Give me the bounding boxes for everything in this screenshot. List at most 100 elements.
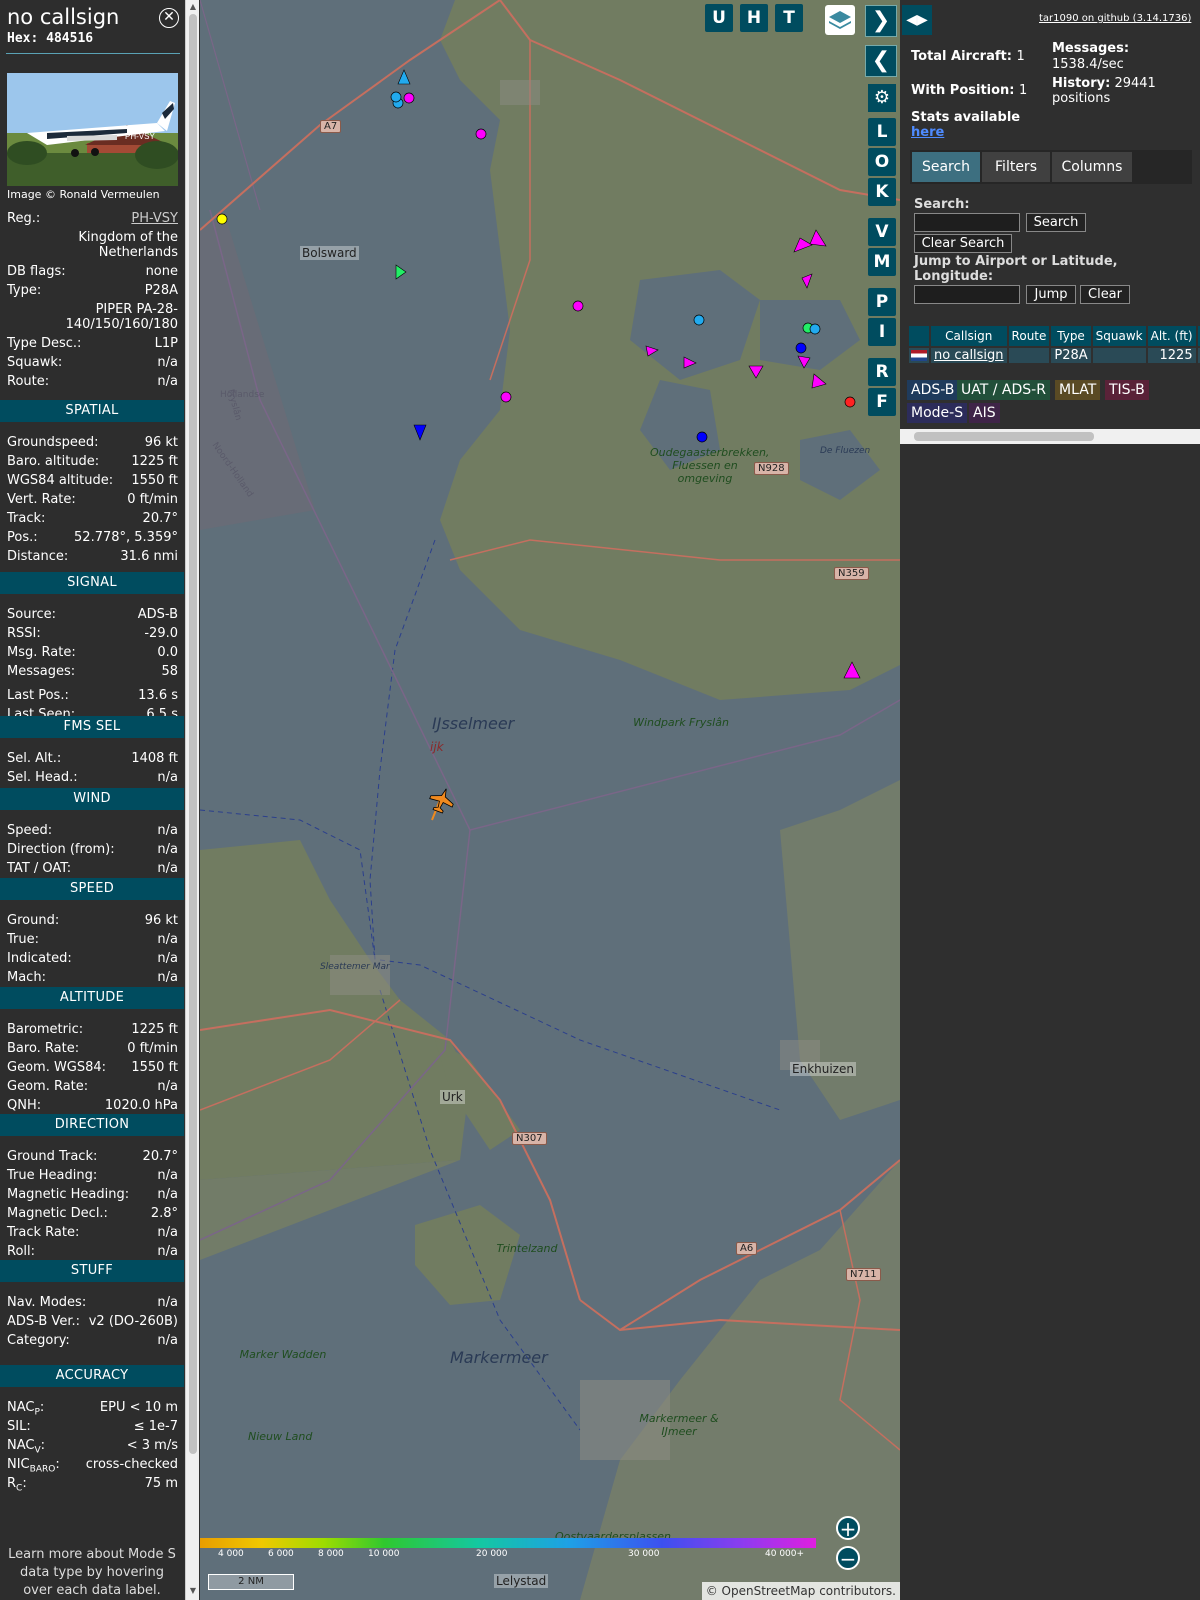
detail-row: Type: P28A (7, 283, 178, 300)
datatype-badge-mlat[interactable]: MLAT (1055, 380, 1101, 400)
map-button-f[interactable]: F (868, 388, 896, 416)
map-button-v[interactable]: V (868, 218, 896, 246)
map-view[interactable]: Bolsward Windpark Fryslân IJsselmeer Oudega… (200, 0, 900, 1600)
stats-link[interactable]: here (911, 125, 944, 140)
map-attribution[interactable]: © OpenStreetMap contributors. (701, 1582, 900, 1600)
info-row: Track Rate: n/a (7, 1225, 178, 1242)
tab-columns[interactable]: Columns (1052, 152, 1132, 182)
column-header-flag[interactable] (909, 326, 929, 346)
legend-tick-label: 40 000+ (765, 1549, 805, 1559)
map-button-k[interactable]: K (868, 178, 896, 206)
search-input[interactable] (914, 213, 1020, 232)
map-button-o[interactable]: O (868, 148, 896, 176)
zoom-out-button[interactable]: − (836, 1546, 860, 1570)
column-header-type[interactable]: Type (1051, 326, 1091, 346)
jump-button[interactable]: Jump (1026, 285, 1076, 304)
info-value: n/a (157, 842, 178, 857)
legend-tick-label: 6 000 (268, 1549, 294, 1559)
sidebar-scrollbar[interactable]: ▲ ▼ (185, 0, 199, 1600)
column-header-route[interactable]: Route (1008, 326, 1050, 346)
info-label: QNH: (7, 1098, 41, 1113)
map-button-p[interactable]: P (868, 288, 896, 316)
search-label: Search: (914, 197, 970, 212)
map-button-u[interactable]: U (705, 4, 733, 32)
column-header-callsign[interactable]: Callsign (931, 326, 1007, 346)
info-label-text: Pos.: (7, 530, 38, 545)
info-value: 96 kt (144, 913, 178, 928)
info-label-text: Nav. Modes: (7, 1295, 87, 1310)
scroll-down-icon[interactable]: ▼ (188, 1586, 198, 1596)
map-button-t[interactable]: T (775, 4, 803, 32)
detail-row: Squawk: n/a (7, 355, 178, 372)
tab-filters[interactable]: Filters (982, 152, 1050, 182)
clear-button[interactable]: Clear (1080, 285, 1130, 304)
settings-button[interactable]: ⚙ (868, 84, 896, 112)
layers-button[interactable] (825, 5, 855, 35)
info-value: 1550 ft (131, 1060, 178, 1075)
info-label-text: Indicated: (7, 951, 72, 966)
map-button-l[interactable]: L (868, 118, 896, 146)
layers-icon (829, 11, 851, 29)
info-value: 2.8° (150, 1206, 178, 1221)
detail-row: DB flags: none (7, 264, 178, 281)
column-header-squawk[interactable]: Squawk (1092, 326, 1146, 346)
clear-search-button[interactable]: Clear Search (914, 234, 1012, 253)
info-row: Mach: n/a (7, 970, 178, 987)
cell-callsign[interactable]: no callsign (931, 348, 1007, 363)
panel-toggle-button[interactable]: ◀▶ (902, 5, 932, 35)
section-accuracy: ACCURACY (0, 1365, 184, 1387)
info-row: NACV: < 3 m/s (7, 1438, 178, 1456)
info-row: Geom. WGS84: 1550 ft (7, 1060, 178, 1077)
zoom-in-button[interactable]: + (836, 1516, 860, 1540)
info-label: Messages: (7, 664, 75, 679)
detail-label: Type: (7, 283, 42, 298)
expand-left-button[interactable]: ❮ (865, 45, 897, 77)
github-link[interactable]: tar1090 on github (3.14.1736) (1039, 13, 1191, 24)
scrollbar-thumb[interactable] (914, 432, 1094, 441)
info-label-text: NAC (7, 1438, 35, 1453)
info-label: NACP: (7, 1400, 44, 1421)
datatype-badge-tis-b[interactable]: TIS-B (1105, 380, 1149, 400)
cell-type: P28A (1051, 348, 1091, 363)
map-button-i[interactable]: I (868, 318, 896, 346)
info-label-text: Baro. Rate: (7, 1041, 80, 1056)
info-value: n/a (157, 1295, 178, 1310)
info-row: TAT / OAT: n/a (7, 861, 178, 878)
detail-value[interactable]: PH-VSY (131, 211, 178, 226)
scale-line: 2 NM (208, 1574, 294, 1590)
datatype-badge-uat-ads-r[interactable]: UAT / ADS-R (957, 380, 1050, 400)
table-row[interactable]: no callsign P28A 1225 (909, 348, 1200, 363)
tab-search[interactable]: Search (912, 152, 980, 182)
info-value: n/a (157, 1333, 178, 1348)
jump-input[interactable] (914, 285, 1020, 304)
collapse-right-button[interactable]: ❯ (865, 5, 897, 37)
map-button-m[interactable]: M (868, 248, 896, 276)
info-label: Last Pos.: (7, 688, 69, 703)
aircraft-photo[interactable]: PH-VSY (7, 73, 178, 186)
info-value: n/a (157, 970, 178, 985)
legend-tick-label: 8 000 (318, 1549, 344, 1559)
datatype-badge-ais[interactable]: AIS (969, 403, 1000, 423)
info-value: 1408 ft (131, 751, 178, 766)
cell-altitude: 1225 (1147, 348, 1196, 363)
info-label: True: (7, 932, 39, 947)
map-label-bolsward: Bolsward (300, 246, 359, 260)
info-row: RSSI: -29.0 (7, 626, 178, 643)
info-label-text: Category: (7, 1333, 70, 1348)
info-label-text: WGS84 altitude: (7, 473, 114, 488)
column-header-alt-ft[interactable]: Alt. (ft) (1147, 326, 1196, 346)
info-label: Speed: (7, 823, 52, 838)
divider (6, 53, 180, 54)
map-button-h[interactable]: H (740, 4, 768, 32)
map-label-sleattemer-mar: Sleattemer Mar (320, 962, 390, 972)
datatype-badge-mode-s[interactable]: Mode-S (907, 403, 968, 423)
scrollbar-thumb[interactable] (189, 14, 197, 1454)
info-value: 0 ft/min (127, 492, 178, 507)
info-row: Magnetic Decl.: 2.8° (7, 1206, 178, 1223)
map-button-r[interactable]: R (868, 358, 896, 386)
scroll-up-icon[interactable]: ▲ (188, 2, 198, 12)
datatype-badge-ads-b[interactable]: ADS-B (907, 380, 959, 400)
table-horizontal-scrollbar[interactable] (900, 429, 1200, 444)
search-button[interactable]: Search (1026, 213, 1086, 232)
close-icon[interactable]: ✕ (159, 8, 179, 28)
